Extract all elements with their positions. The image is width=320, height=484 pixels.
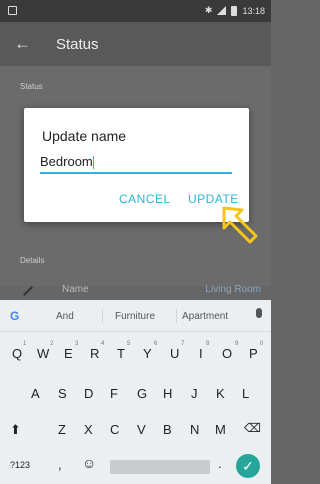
key-t-alt: 5 [127,341,131,347]
update-name-dialog: Update name Bedroom CANCEL UPDATE [24,108,249,222]
enter-check-icon[interactable]: ✓ [236,454,260,478]
bluetooth-icon: ✱ [204,5,213,15]
key-w[interactable]: W [37,346,49,361]
edit-pencil-icon [23,286,33,296]
page-title: Status [56,36,99,53]
section-label-status: Status [20,82,43,91]
key-i[interactable]: I [199,346,203,361]
key-u-alt: 7 [181,341,185,347]
space-bar[interactable] [110,460,210,474]
back-arrow-icon[interactable]: ← [14,34,31,54]
key-m[interactable]: M [215,422,226,437]
app-bar: ← Status [0,22,271,66]
key-d[interactable]: D [84,386,93,401]
suggestion-1[interactable]: And [56,311,74,322]
suggestion-divider [176,309,177,323]
key-h[interactable]: H [163,386,172,401]
key-y[interactable]: Y [143,346,152,361]
key-l[interactable]: L [242,386,249,401]
key-r[interactable]: R [90,346,99,361]
key-u[interactable]: U [170,346,179,361]
key-n[interactable]: N [190,422,199,437]
suggestion-2[interactable]: Furniture [115,311,155,322]
dialog-title: Update name [42,128,127,144]
battery-icon [231,5,238,16]
key-i-alt: 8 [206,341,210,347]
key-q[interactable]: Q [12,346,22,361]
suggestion-divider [102,309,103,323]
key-z[interactable]: Z [58,422,66,437]
name-input[interactable]: Bedroom [40,150,232,174]
section-label-details-overlay: Details [20,256,45,265]
name-row-label: Name [62,284,89,295]
key-t[interactable]: T [117,346,125,361]
key-k[interactable]: K [216,386,225,401]
google-icon[interactable]: G [10,309,19,323]
key-w-alt: 2 [50,341,54,347]
symbols-key[interactable]: ?123 [10,460,30,470]
clock: 13:18 [242,5,265,16]
status-icons: ✱ 13:18 [205,5,265,16]
keyboard: G And Furniture Apartment Q 1 W 2 E 3 R … [0,300,271,484]
key-f[interactable]: F [110,386,118,401]
key-g[interactable]: G [137,386,147,401]
key-e-alt: 3 [75,341,79,347]
name-row-value: Living Room [205,284,261,295]
key-q-alt: 1 [23,341,27,347]
status-bar: ✱ 13:18 [0,0,271,22]
pointer-arrow-icon [222,206,258,244]
key-b[interactable]: B [163,422,172,437]
key-s[interactable]: S [58,386,67,401]
key-x[interactable]: X [84,422,93,437]
key-p[interactable]: P [249,346,258,361]
comma-key[interactable]: , [58,457,62,472]
text-cursor [92,156,94,170]
key-r-alt: 4 [101,341,105,347]
key-a[interactable]: A [31,386,40,401]
key-e[interactable]: E [64,346,73,361]
key-p-alt: 0 [260,341,264,347]
key-c[interactable]: C [110,422,119,437]
suggestion-strip: G And Furniture Apartment [0,300,271,332]
key-o[interactable]: O [222,346,232,361]
cancel-button[interactable]: CANCEL [119,192,171,206]
backspace-icon[interactable]: ⌫ [244,421,261,435]
suggestion-3[interactable]: Apartment [182,311,228,322]
name-input-value: Bedroom [40,154,93,169]
signal-icon [217,6,227,15]
key-y-alt: 6 [154,341,158,347]
notification-icon [8,6,17,15]
emoji-icon[interactable]: ☺ [82,455,96,471]
key-v[interactable]: V [137,422,146,437]
key-j[interactable]: J [191,386,198,401]
mic-icon[interactable] [256,308,262,318]
key-o-alt: 9 [235,341,239,347]
shift-icon[interactable]: ⬆ [10,422,21,438]
period-key[interactable]: . [218,456,222,471]
